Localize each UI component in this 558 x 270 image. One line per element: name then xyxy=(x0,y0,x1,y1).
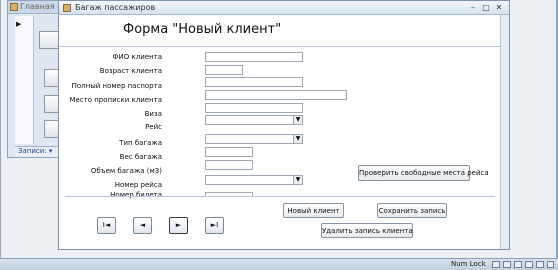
form-footer-divider xyxy=(65,196,495,197)
num-lock-indicator: Num Lock xyxy=(451,260,486,268)
last-record-button[interactable]: ►I xyxy=(205,217,224,234)
design-view-icon[interactable] xyxy=(547,261,554,268)
field-label-address: Место прописки клиента xyxy=(69,96,162,104)
form-icon xyxy=(10,3,18,11)
baggage-weight-input[interactable] xyxy=(205,147,253,157)
field-label-baggage-volume: Объем багажа (м3) xyxy=(90,167,162,175)
minimize-button[interactable]: – xyxy=(468,3,478,13)
chevron-down-icon[interactable]: ▼ xyxy=(293,176,302,184)
flight-combobox[interactable]: ▼ xyxy=(205,115,303,125)
chevron-down-icon[interactable]: ▼ xyxy=(293,135,302,143)
flight-number-combobox[interactable]: ▼ xyxy=(205,175,303,185)
page-title: Форма "Новый клиент" xyxy=(123,22,282,37)
field-label-baggage-weight: Вес багажа xyxy=(119,153,162,161)
chart-view-icon[interactable] xyxy=(525,261,533,268)
form-view-icon[interactable] xyxy=(492,261,500,268)
passport-input[interactable] xyxy=(205,77,303,87)
next-record-button[interactable]: ► xyxy=(169,217,188,234)
form-window-title: Багаж пассажиров xyxy=(75,3,156,12)
field-label-flight: Рейс xyxy=(145,123,162,131)
layout-view-icon[interactable] xyxy=(536,261,544,268)
visa-input[interactable] xyxy=(205,103,303,113)
form-window[interactable]: Багаж пассажиров – □ ✕ Форма "Новый клие… xyxy=(58,0,510,250)
form-header: Форма "Новый клиент" xyxy=(59,15,501,47)
form-body: Форма "Новый клиент" ФИО клиента Возраст… xyxy=(59,15,501,249)
baggage-volume-input[interactable] xyxy=(205,160,253,170)
maximize-button[interactable]: □ xyxy=(481,3,491,13)
back-button-1[interactable] xyxy=(39,31,59,49)
check-free-places-button[interactable]: Проверить свободные места рейса xyxy=(358,165,489,181)
new-client-button[interactable]: Новый клиент xyxy=(283,203,344,218)
first-record-button[interactable]: I◄ xyxy=(97,217,116,234)
field-label-age: Возраст клиента xyxy=(99,67,162,75)
close-button[interactable]: ✕ xyxy=(494,3,504,13)
field-label-baggage-type: Тип багажа xyxy=(119,139,162,147)
datasheet-view-icon[interactable] xyxy=(503,261,511,268)
save-record-button[interactable]: Сохранить запись xyxy=(377,203,447,218)
fio-input[interactable] xyxy=(205,52,303,62)
previous-record-button[interactable]: ◄ xyxy=(133,217,152,234)
status-bar: Num Lock xyxy=(0,258,558,270)
form-window-titlebar[interactable]: Багаж пассажиров – □ ✕ xyxy=(59,1,509,15)
field-label-flight-number: Номер рейса xyxy=(114,181,162,189)
background-window-title: Главная xyxy=(20,2,55,11)
age-input[interactable] xyxy=(205,65,243,75)
delete-client-record-button[interactable]: Удалить запись клиента xyxy=(321,223,413,238)
baggage-type-combobox[interactable]: ▼ xyxy=(205,134,303,144)
record-selector-panel xyxy=(15,16,34,144)
form-icon xyxy=(63,4,71,12)
chevron-down-icon[interactable]: ▼ xyxy=(293,116,302,124)
vertical-scrollbar[interactable] xyxy=(500,15,509,249)
field-label-visa: Виза xyxy=(144,110,162,118)
record-pointer-icon: ▶ xyxy=(16,20,22,28)
pivot-view-icon[interactable] xyxy=(514,261,522,268)
field-label-passport: Полный номер паспорта xyxy=(71,82,162,90)
field-label-fio: ФИО клиента xyxy=(112,53,163,61)
address-input[interactable] xyxy=(205,90,347,100)
field-label-ticket-number: Номер билета xyxy=(110,191,162,199)
